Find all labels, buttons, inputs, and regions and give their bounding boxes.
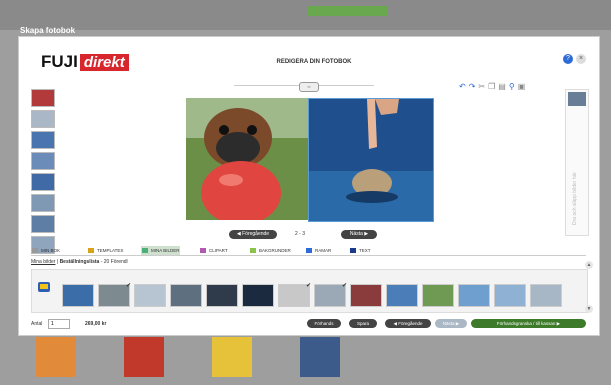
spread-prev-button[interactable]: ◀ Föregående xyxy=(229,230,277,239)
bestallningslista-label: Beställningslista xyxy=(59,259,100,265)
page-thumb[interactable] xyxy=(31,194,55,212)
page-indicator: 2 - 3 xyxy=(295,231,306,237)
tab-mina-bilder[interactable]: MINA BILDER xyxy=(141,246,180,255)
image-thumb[interactable] xyxy=(350,284,382,307)
image-thumb[interactable]: ✔ xyxy=(98,283,131,307)
copy-icon[interactable]: ❐ xyxy=(488,82,498,91)
browser-bar-accent xyxy=(308,6,388,16)
page-thumb[interactable] xyxy=(31,131,55,149)
frames-icon xyxy=(306,248,312,253)
scroll-up-icon[interactable]: ▲ xyxy=(585,261,593,269)
background-product-thumb xyxy=(124,337,164,377)
browser-bar xyxy=(0,0,611,30)
logo-text: FUJI xyxy=(41,52,78,71)
background-product-thumb xyxy=(36,337,76,377)
image-thumb[interactable] xyxy=(134,284,166,307)
image-thumb[interactable]: ✔ xyxy=(314,283,347,307)
templates-icon xyxy=(88,248,94,253)
tab-text[interactable]: TEXT xyxy=(349,246,371,255)
tab-ramar[interactable]: RAMAR xyxy=(305,246,331,255)
next-button[interactable]: Nästa ▶ xyxy=(435,319,467,328)
dialog-title: REDIGERA DIN FOTOBOK xyxy=(276,59,352,65)
fujidirekt-logo: FUJI direkt xyxy=(41,52,129,72)
folder-icon[interactable] xyxy=(38,282,50,292)
backgrounds-icon xyxy=(250,248,256,253)
page-thumb[interactable] xyxy=(31,152,55,170)
tab-templates[interactable]: TEMPLATES xyxy=(87,246,123,255)
scroll-down-icon[interactable]: ▼ xyxy=(585,305,593,313)
background-product-thumb xyxy=(300,337,340,377)
close-icon[interactable]: × xyxy=(576,54,586,64)
image-thumb[interactable] xyxy=(170,284,202,307)
subbar: Mina bilder | Beställningslista - 20 För… xyxy=(31,259,128,265)
image-thumb[interactable] xyxy=(494,284,526,307)
help-icon[interactable]: ? xyxy=(563,54,573,64)
check-icon: ✔ xyxy=(305,283,311,289)
edit-toolbar: ↶↷✂❐▤⚲▣ xyxy=(459,82,528,91)
tab-label: TEXT xyxy=(359,248,371,253)
spread-next-button[interactable]: Nästa ▶ xyxy=(341,230,377,239)
spine-handle[interactable]: ⇔ xyxy=(299,82,319,92)
editor-dialog: FUJI direkt REDIGERA DIN FOTOBOK ? × ↶↷✂❐… xyxy=(18,36,600,336)
bottom-bar: Antal 1 269,00 kr Förhands Spara ◀ Föreg… xyxy=(31,318,586,330)
tab-label: MINA BILDER xyxy=(151,248,180,253)
check-icon: ✔ xyxy=(341,283,347,289)
tab-label: CLIPART xyxy=(209,248,228,253)
paste-icon[interactable]: ▤ xyxy=(498,82,509,91)
zoom-icon[interactable]: ⚲ xyxy=(509,82,518,91)
drop-panel[interactable]: Dra och släpp bilder här xyxy=(565,89,589,236)
finger-rock-photo xyxy=(309,99,433,221)
logo-brand: direkt xyxy=(79,54,129,71)
page-thumb[interactable] xyxy=(31,173,55,191)
page-thumbnails xyxy=(31,89,55,257)
background-product-thumb xyxy=(212,337,252,377)
quantity-input[interactable]: 1 xyxy=(48,319,70,329)
image-strip: ✔ ✔ ✔ xyxy=(31,269,588,313)
undo-icon[interactable]: ↶ xyxy=(459,82,469,91)
tab-bakgrunder[interactable]: BAKGRUNDER xyxy=(249,246,291,255)
image-thumb[interactable] xyxy=(530,284,562,307)
checkout-button[interactable]: Förhandsgranska / till kassan ▶ xyxy=(471,319,586,328)
redo-icon[interactable]: ↷ xyxy=(469,82,479,91)
left-page-photo[interactable] xyxy=(186,98,308,220)
delete-icon[interactable]: ▣ xyxy=(518,82,529,91)
dog-photo xyxy=(186,98,308,220)
image-thumb[interactable] xyxy=(458,284,490,307)
image-thumb[interactable] xyxy=(242,284,274,307)
drop-hint: Dra och släpp bilder här xyxy=(572,171,578,225)
tab-clipart[interactable]: CLIPART xyxy=(199,246,228,255)
drop-panel-thumb xyxy=(568,92,586,106)
preview-button[interactable]: Förhands xyxy=(307,319,341,328)
tab-bar: MIN BOK TEMPLATES MINA BILDER CLIPART BA… xyxy=(31,246,586,256)
page-thumb[interactable] xyxy=(31,89,55,107)
prev-button[interactable]: ◀ Föregående xyxy=(385,319,431,328)
image-thumb[interactable] xyxy=(62,284,94,307)
clipart-icon xyxy=(200,248,206,253)
image-thumb[interactable]: ✔ xyxy=(278,283,311,307)
page-thumb[interactable] xyxy=(31,110,55,128)
tab-label: BAKGRUNDER xyxy=(259,248,291,253)
cut-icon[interactable]: ✂ xyxy=(478,82,488,91)
image-thumb[interactable] xyxy=(206,284,238,307)
tab-label: RAMAR xyxy=(315,248,332,253)
price: 269,00 kr xyxy=(85,321,107,327)
text-icon xyxy=(350,248,356,253)
quantity-label: Antal xyxy=(31,321,43,327)
save-button[interactable]: Spara xyxy=(349,319,377,328)
page-thumb[interactable] xyxy=(31,215,55,233)
window-title: Skapa fotobok xyxy=(20,26,76,35)
tab-min-bok[interactable]: MIN BOK xyxy=(31,246,60,255)
image-count: - 20 Förendl xyxy=(100,259,128,265)
tab-label: MIN BOK xyxy=(41,248,61,253)
right-page-photo[interactable] xyxy=(308,98,434,222)
images-icon xyxy=(142,248,148,253)
book-icon xyxy=(32,248,38,253)
image-thumb[interactable] xyxy=(386,284,418,307)
tab-label: TEMPLATES xyxy=(97,248,124,253)
subbar-separator: | xyxy=(56,259,59,265)
mina-bilder-link[interactable]: Mina bilder xyxy=(31,259,55,265)
image-thumb[interactable] xyxy=(422,284,454,307)
check-icon: ✔ xyxy=(125,283,131,289)
